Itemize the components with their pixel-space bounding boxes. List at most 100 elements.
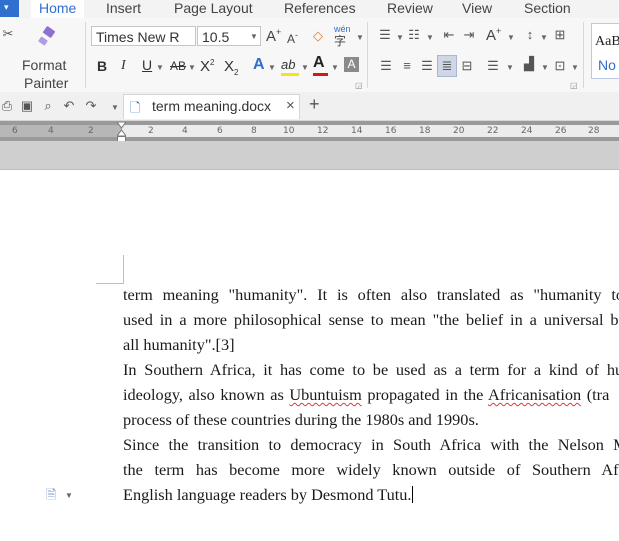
borders-icon[interactable]: ⊡ xyxy=(552,58,568,74)
divider xyxy=(367,22,368,88)
ruler-tick: 2 xyxy=(88,126,94,136)
page-gap xyxy=(0,141,619,170)
close-tab-button[interactable]: × xyxy=(286,97,295,114)
chevron-down-icon[interactable]: ▼ xyxy=(331,63,339,72)
chevron-down-icon[interactable]: ▼ xyxy=(111,103,119,112)
line-spacing-icon[interactable]: ☰ xyxy=(485,58,501,74)
chevron-down-icon[interactable]: ▼ xyxy=(188,63,196,72)
phonetic-guide-button[interactable]: wén 字 xyxy=(334,24,351,49)
undo-icon[interactable]: ↶ xyxy=(62,98,76,114)
ruler-tick: 22 xyxy=(487,126,499,136)
underline-button[interactable]: U xyxy=(142,57,152,73)
subscript-label: X xyxy=(224,58,235,75)
justify-icon[interactable]: ≣ xyxy=(437,55,457,77)
ruler-tick: 2 xyxy=(148,126,154,136)
chevron-down-icon[interactable]: ▼ xyxy=(301,63,309,72)
font-color-label: A xyxy=(313,54,325,71)
align-left-icon[interactable]: ☰ xyxy=(378,58,394,74)
font-dialog-launcher-icon[interactable]: ◲ xyxy=(355,81,363,90)
change-case-icon[interactable]: A+ xyxy=(486,26,501,44)
document-icon: 🗋 xyxy=(130,100,141,115)
align-center-icon[interactable]: ≡ xyxy=(399,58,415,74)
chevron-down-icon[interactable]: ▼ xyxy=(250,32,258,41)
print-icon[interactable]: ⎙ xyxy=(0,98,14,114)
chevron-down-icon[interactable]: ▼ xyxy=(571,63,579,72)
decrease-indent-icon[interactable]: ⇤ xyxy=(440,27,458,43)
superscript-button[interactable]: X2 xyxy=(200,58,214,75)
bold-button[interactable]: B xyxy=(97,58,107,74)
shrink-font-button[interactable]: A- xyxy=(287,30,298,46)
clear-format-icon[interactable]: ◇ xyxy=(310,28,326,44)
grow-font-icon: A xyxy=(266,28,277,45)
highlight-button[interactable]: ab xyxy=(281,56,301,78)
paragraph-line: all humanity".[3] xyxy=(123,335,235,354)
grow-font-button[interactable]: A+ xyxy=(266,27,281,45)
format-painter-icon[interactable] xyxy=(36,26,58,48)
shading-fill-icon[interactable]: ▟ xyxy=(520,56,538,72)
ruler-tick: 4 xyxy=(182,126,188,136)
ruler-tick: 6 xyxy=(217,126,223,136)
chevron-down-icon[interactable]: ▼ xyxy=(65,491,73,500)
format-painter-label-2[interactable]: Painter xyxy=(24,75,68,91)
cut-icon[interactable]: ✂ xyxy=(0,26,16,42)
bullet-list-icon[interactable]: ☰ xyxy=(376,27,394,43)
margin-corner-mark xyxy=(96,255,124,284)
indent-marker[interactable] xyxy=(116,121,127,142)
style-normal-preview[interactable]: AaB No xyxy=(591,23,619,79)
table-grid-icon[interactable]: ⊞ xyxy=(552,27,568,43)
chevron-down-icon[interactable]: ▼ xyxy=(268,63,276,72)
ruler-tick: 6 xyxy=(12,126,18,136)
char-shading-icon[interactable]: A xyxy=(344,57,359,72)
tab-home[interactable]: Home xyxy=(31,0,85,20)
print-preview-icon[interactable]: ▣ xyxy=(20,98,34,114)
align-right-icon[interactable]: ☰ xyxy=(419,58,435,74)
paragraph-line: Since the transition to democracy in Sou… xyxy=(123,435,619,454)
export-pdf-icon[interactable]: ⌕ xyxy=(41,98,55,114)
divider xyxy=(583,22,584,88)
font-color-button[interactable]: A xyxy=(313,54,329,78)
divider xyxy=(85,22,86,88)
superscript-label: X xyxy=(200,58,211,75)
misspelled-word: Ubuntuism xyxy=(289,385,362,404)
distributed-icon[interactable]: ⊟ xyxy=(459,58,475,74)
chevron-down-icon[interactable]: ▼ xyxy=(396,33,404,42)
tab-view[interactable]: View xyxy=(462,0,492,18)
new-tab-button[interactable]: + xyxy=(309,94,320,115)
strikethrough-button[interactable]: AB xyxy=(170,59,186,73)
text-run: ideology, also known as xyxy=(123,385,290,404)
increase-indent-icon[interactable]: ⇥ xyxy=(460,27,478,43)
italic-button[interactable]: I xyxy=(121,58,126,74)
ribbon: ✂ Format Painter Times New R 10.5 ▼ A+ A… xyxy=(0,18,619,93)
ruler-tick: 12 xyxy=(317,126,329,136)
chevron-down-icon[interactable]: ▼ xyxy=(426,33,434,42)
sort-icon[interactable]: ↕ xyxy=(522,27,538,43)
paragraph-layout-icon[interactable]: 🗎 xyxy=(46,486,56,508)
tab-section[interactable]: Section xyxy=(524,0,571,18)
chevron-down-icon[interactable]: ▼ xyxy=(356,33,364,42)
numbered-list-icon[interactable]: ☷ xyxy=(405,27,423,43)
chevron-down-icon[interactable]: ▼ xyxy=(156,63,164,72)
tab-references[interactable]: References xyxy=(284,0,356,18)
document-tab[interactable]: 🗋 term meaning.docx × xyxy=(123,94,300,119)
paragraph-line: term meaning "humanity". It is often als… xyxy=(123,285,619,304)
redo-icon[interactable]: ↷ xyxy=(84,98,98,114)
paragraph-dialog-launcher-icon[interactable]: ◲ xyxy=(570,81,578,90)
chevron-down-icon[interactable]: ▼ xyxy=(507,33,515,42)
text-run: (tra xyxy=(581,385,610,404)
document-page[interactable]: term meaning "humanity". It is often als… xyxy=(0,170,619,541)
tab-insert[interactable]: Insert xyxy=(106,0,141,18)
tab-page-layout[interactable]: Page Layout xyxy=(174,0,253,18)
font-name-select[interactable]: Times New R xyxy=(91,26,196,46)
app-menu-button[interactable]: ▾ xyxy=(0,0,19,17)
subscript-button[interactable]: X2 xyxy=(224,58,238,77)
format-painter-label-1[interactable]: Format xyxy=(22,57,66,73)
chevron-down-icon[interactable]: ▼ xyxy=(541,63,549,72)
style-preview-name: No xyxy=(598,57,616,73)
tab-review[interactable]: Review xyxy=(387,0,433,18)
chevron-down-icon: ▾ xyxy=(4,2,9,12)
chevron-down-icon[interactable]: ▼ xyxy=(506,63,514,72)
shrink-font-icon: A xyxy=(287,32,296,46)
chevron-down-icon[interactable]: ▼ xyxy=(540,33,548,42)
highlight-color-bar xyxy=(281,73,299,76)
text-effect-icon[interactable]: A xyxy=(253,56,265,74)
